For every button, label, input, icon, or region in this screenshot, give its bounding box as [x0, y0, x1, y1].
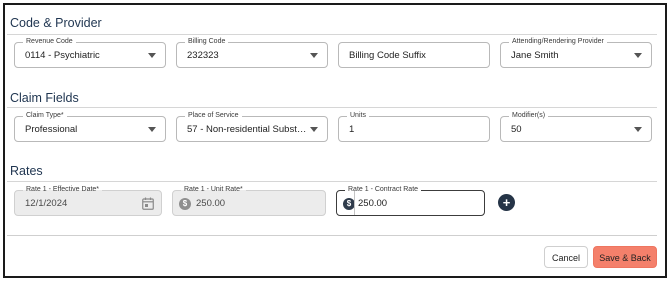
billing-code-suffix-placeholder: Billing Code Suffix	[349, 50, 426, 61]
section-divider	[7, 181, 657, 182]
revenue-code-value: 0114 - Psychiatric	[25, 50, 100, 61]
claim-type-select[interactable]: Claim Type* Professional	[14, 111, 166, 142]
place-of-service-label: Place of Service	[185, 111, 242, 121]
section-divider	[7, 107, 657, 108]
modifiers-label: Modifier(s)	[509, 111, 549, 121]
chevron-down-icon	[634, 53, 642, 58]
calendar-icon	[142, 197, 154, 210]
contract-rate-value: 250.00	[358, 198, 388, 209]
unit-rate-label: Rate 1 - Unit Rate*	[181, 185, 246, 195]
place-of-service-select[interactable]: Place of Service 57 - Non-residential Su…	[176, 111, 328, 142]
billing-code-value: 232323	[187, 50, 219, 61]
footer-divider	[7, 235, 657, 236]
billing-code-select[interactable]: Billing Code 232323	[176, 37, 328, 68]
units-value: 1	[349, 124, 355, 135]
save-and-back-button[interactable]: Save & Back	[593, 246, 657, 268]
revenue-code-select[interactable]: Revenue Code 0114 - Psychiatric	[14, 37, 166, 68]
chevron-down-icon	[148, 53, 156, 58]
revenue-code-label: Revenue Code	[23, 37, 76, 47]
billing-code-label: Billing Code	[185, 37, 229, 47]
effective-date-label: Rate 1 - Effective Date*	[23, 185, 103, 195]
chevron-down-icon	[310, 127, 318, 132]
modifiers-value: 50	[511, 124, 522, 135]
effective-date-input: Rate 1 - Effective Date* 12/1/2024	[14, 185, 162, 216]
input-adornment-divider	[354, 191, 355, 215]
add-rate-button[interactable]: +	[498, 194, 515, 211]
provider-select[interactable]: Attending/Rendering Provider Jane Smith	[500, 37, 652, 68]
units-input[interactable]: Units 1	[338, 111, 490, 142]
chevron-down-icon	[634, 127, 642, 132]
effective-date-value: 12/1/2024	[25, 198, 68, 209]
contract-rate-label: Rate 1 - Contract Rate	[345, 185, 422, 195]
unit-rate-value: 250.00	[196, 198, 226, 209]
claim-type-value: Professional	[25, 124, 78, 135]
modifiers-select[interactable]: Modifier(s) 50	[500, 111, 652, 142]
chevron-down-icon	[148, 127, 156, 132]
unit-rate-input: Rate 1 - Unit Rate* $ 250.00	[172, 185, 326, 216]
section-title-claim-fields: Claim Fields	[10, 91, 79, 105]
chevron-down-icon	[310, 53, 318, 58]
section-title-rates: Rates	[10, 164, 43, 178]
billing-code-suffix-input[interactable]: Billing Code Suffix	[338, 42, 490, 68]
cancel-button[interactable]: Cancel	[544, 246, 588, 268]
section-divider	[7, 34, 657, 35]
place-of-service-value: 57 - Non-residential Substance Abuse Tre…	[187, 124, 307, 135]
dollar-icon: $	[179, 198, 191, 210]
contract-rate-input[interactable]: Rate 1 - Contract Rate $ 250.00	[336, 185, 485, 216]
provider-label: Attending/Rendering Provider	[509, 37, 607, 47]
units-label: Units	[347, 111, 369, 121]
provider-value: Jane Smith	[511, 50, 559, 61]
section-title-code-provider: Code & Provider	[10, 16, 102, 30]
claim-type-label: Claim Type*	[23, 111, 67, 121]
